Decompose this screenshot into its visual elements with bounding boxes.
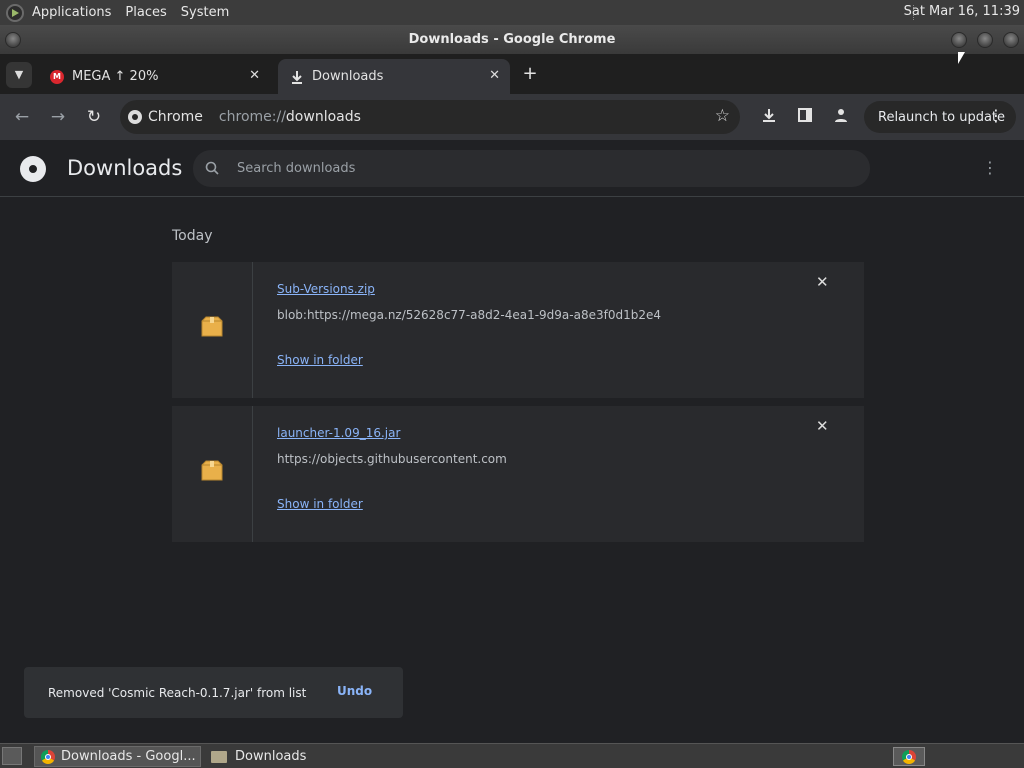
chip-label: Chrome <box>148 109 203 125</box>
remove-from-list-close-icon[interactable]: ✕ <box>816 275 829 290</box>
taskbar-item-downloads-folder[interactable]: Downloads <box>205 746 365 767</box>
tab-search-chevron-down-icon[interactable]: ▼ <box>6 62 32 88</box>
tab-close-icon[interactable]: ✕ <box>249 68 260 83</box>
tab-strip: ▼ M MEGA ↑ 20% ✕ Downloads ✕ + <box>0 54 1024 94</box>
tab-mega[interactable]: M MEGA ↑ 20% ✕ <box>38 59 270 94</box>
applications-menu[interactable]: Applications <box>32 5 111 20</box>
address-bar[interactable]: Chrome chrome:// downloads ☆ <box>120 100 740 134</box>
tab-label: Downloads <box>312 69 384 84</box>
download-item: launcher-1.09_16.jar https://objects.git… <box>172 406 864 542</box>
profile-avatar-icon[interactable] <box>831 107 851 127</box>
package-icon <box>201 316 223 337</box>
card-divider <box>252 406 253 542</box>
window-title: Downloads - Google Chrome <box>408 32 616 47</box>
download-filename-link[interactable]: Sub-Versions.zip <box>277 282 375 296</box>
downloads-header: Downloads Search downloads ⋮ <box>0 140 1024 197</box>
taskbar-label: Downloads <box>235 749 307 764</box>
chrome-icon <box>41 749 55 764</box>
search-icon <box>205 161 221 177</box>
url-scheme: chrome:// <box>218 109 286 125</box>
taskbar-label: Downloads - Googl... <box>61 749 196 764</box>
more-actions-icon[interactable]: ⋮ <box>982 158 998 178</box>
mega-icon: M <box>50 69 64 84</box>
top-panel: Applications Places System Sat Mar 16, 1… <box>0 0 1024 25</box>
download-item: Sub-Versions.zip blob:https://mega.nz/52… <box>172 262 864 398</box>
page-title: Downloads <box>67 156 183 180</box>
file-icon-column <box>172 262 252 398</box>
system-menu[interactable]: System <box>181 5 229 20</box>
search-placeholder: Search downloads <box>237 161 356 176</box>
maximize-button[interactable] <box>977 32 993 48</box>
download-icon <box>290 70 304 84</box>
show-in-folder-link[interactable]: Show in folder <box>277 353 363 367</box>
tab-close-icon[interactable]: ✕ <box>489 68 500 83</box>
mouse-pointer-icon <box>958 52 965 64</box>
chrome-logo-icon <box>20 156 46 182</box>
workspace-switcher[interactable] <box>893 747 925 766</box>
download-source-url: blob:https://mega.nz/52628c77-a8d2-4ea1-… <box>277 308 662 322</box>
relaunch-to-update-button[interactable]: Relaunch to update ⋮ <box>864 101 1016 133</box>
download-filename-link[interactable]: launcher-1.09_16.jar <box>277 426 400 440</box>
url-host: downloads <box>285 109 361 125</box>
undo-button[interactable]: Undo <box>337 684 372 698</box>
back-arrow-icon[interactable]: ← <box>12 107 32 127</box>
new-tab-plus-icon[interactable]: + <box>520 62 540 86</box>
minimize-button[interactable] <box>951 32 967 48</box>
removed-toast: Removed 'Cosmic Reach-0.1.7.jar' from li… <box>24 667 403 718</box>
card-divider <box>252 262 253 398</box>
close-window-button[interactable] <box>1003 32 1019 48</box>
file-icon-column <box>172 406 252 542</box>
reload-icon[interactable]: ↻ <box>84 107 104 127</box>
search-downloads-input[interactable]: Search downloads <box>193 150 870 187</box>
tab-downloads[interactable]: Downloads ✕ <box>278 59 510 94</box>
chrome-icon <box>128 110 142 124</box>
distro-logo-icon[interactable] <box>6 3 24 22</box>
toast-message: Removed 'Cosmic Reach-0.1.7.jar' from li… <box>48 685 307 700</box>
places-menu[interactable]: Places <box>125 5 166 20</box>
remove-from-list-close-icon[interactable]: ✕ <box>816 419 829 434</box>
window-titlebar[interactable]: Downloads - Google Chrome <box>0 25 1024 54</box>
bookmark-star-icon[interactable]: ☆ <box>715 108 730 125</box>
tab-label: MEGA ↑ 20% <box>72 69 159 84</box>
chrome-icon <box>902 749 916 764</box>
more-vert-icon[interactable]: ⋮ <box>988 107 1004 125</box>
package-icon <box>201 460 223 481</box>
bottom-taskbar: Downloads - Googl... Downloads <box>0 743 1024 768</box>
clock[interactable]: Sat Mar 16, 11:39 <box>904 4 1020 19</box>
taskbar-item-chrome[interactable]: Downloads - Googl... <box>34 746 201 767</box>
show-in-folder-link[interactable]: Show in folder <box>277 497 363 511</box>
site-info-chip[interactable]: Chrome <box>128 109 203 125</box>
download-source-url: https://objects.githubusercontent.com <box>277 452 507 466</box>
browser-toolbar: ← → ↻ Chrome chrome:// downloads ☆ Relau… <box>0 94 1024 140</box>
relaunch-label: Relaunch to update <box>878 109 1006 125</box>
side-panel-icon[interactable] <box>795 107 815 127</box>
show-desktop-icon[interactable] <box>2 747 22 765</box>
downloads-toolbar-icon[interactable] <box>759 107 779 127</box>
window-menu-button[interactable] <box>5 32 21 48</box>
date-section-label: Today <box>172 228 213 244</box>
folder-icon <box>211 750 227 763</box>
forward-arrow-icon[interactable]: → <box>48 107 68 127</box>
